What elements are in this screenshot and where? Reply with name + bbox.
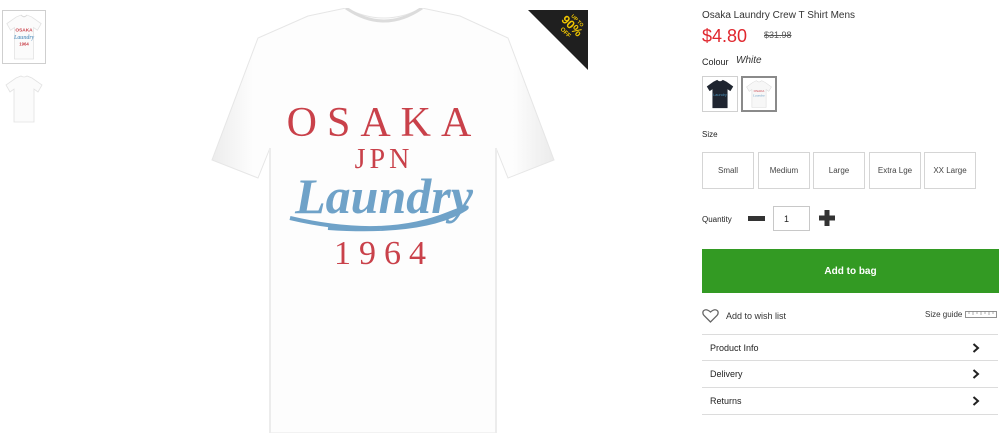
chevron-right-icon — [972, 342, 980, 353]
ruler-icon — [965, 311, 998, 318]
size-option-small[interactable]: Small — [702, 152, 754, 189]
selected-colour: White — [736, 55, 762, 66]
size-option-large[interactable]: Large — [813, 152, 865, 189]
promo-badge: UP TO 90% OFF — [528, 10, 588, 70]
add-to-bag-button[interactable]: Add to bag — [702, 249, 999, 293]
tshirt-thumbnail-image: OSAKA Laundry 1964 — [6, 14, 42, 60]
print-osaka: OSAKA — [287, 100, 482, 146]
product-details-panel: Osaka Laundry Crew T Shirt Mens $4.80 $3… — [702, 0, 1001, 433]
tshirt-image: OSAKA JPN Laundry 1964 — [211, 8, 555, 433]
svg-text:Laundry: Laundry — [13, 35, 35, 41]
print-1964: 1964 — [334, 235, 434, 272]
white-tshirt-swatch-image: OSAKA Laundry — [746, 80, 772, 108]
original-price: $31.98 — [764, 30, 792, 40]
size-option-extra-large[interactable]: Extra Lge — [869, 152, 921, 189]
accordion-delivery[interactable]: Delivery — [702, 361, 998, 388]
thumbnail-back[interactable] — [2, 72, 46, 126]
colour-label: Colour — [702, 57, 729, 67]
accordion-label: Delivery — [710, 369, 743, 379]
quantity-label: Quantity — [702, 215, 732, 224]
minus-icon — [747, 216, 765, 221]
size-option-xx-large[interactable]: XX Large — [924, 152, 976, 189]
colour-swatch-navy[interactable]: Laundry — [702, 76, 738, 112]
svg-text:1964: 1964 — [19, 42, 29, 47]
accordion-label: Returns — [710, 396, 742, 406]
product-title: Osaka Laundry Crew T Shirt Mens — [702, 10, 856, 21]
svg-text:Laundry: Laundry — [713, 93, 727, 97]
accordion-label: Product Info — [710, 342, 759, 353]
main-product-image: OSAKA JPN Laundry 1964 — [178, 8, 590, 433]
add-to-wish-list-link[interactable]: Add to wish list — [702, 308, 786, 323]
svg-text:Laundry: Laundry — [752, 94, 765, 98]
thumbnail-front[interactable]: OSAKA Laundry 1964 — [2, 10, 46, 64]
size-option-medium[interactable]: Medium — [758, 152, 810, 189]
heart-icon — [702, 309, 719, 323]
quantity-increase-button[interactable] — [818, 209, 836, 227]
plus-icon — [819, 210, 835, 226]
quantity-decrease-button[interactable] — [747, 211, 765, 226]
size-label: Size — [702, 130, 718, 139]
accordion-returns[interactable]: Returns — [702, 388, 998, 415]
quantity-input[interactable] — [773, 206, 810, 231]
chevron-right-icon — [972, 369, 980, 379]
size-guide-label: Size guide — [925, 310, 963, 319]
current-price: $4.80 — [702, 26, 748, 46]
wish-list-label: Add to wish list — [726, 310, 787, 321]
navy-tshirt-swatch-image: Laundry — [706, 79, 734, 109]
discount-corner-icon: UP TO 90% OFF — [528, 10, 588, 70]
svg-text:OSAKA: OSAKA — [754, 89, 766, 93]
colour-swatch-white[interactable]: OSAKA Laundry — [741, 76, 777, 112]
svg-text:OSAKA: OSAKA — [15, 27, 33, 33]
chevron-right-icon — [972, 396, 980, 406]
size-guide-link[interactable]: Size guide — [925, 310, 998, 319]
tshirt-back-thumbnail-image — [5, 75, 43, 123]
accordion-product-info[interactable]: Product Info — [702, 334, 998, 361]
